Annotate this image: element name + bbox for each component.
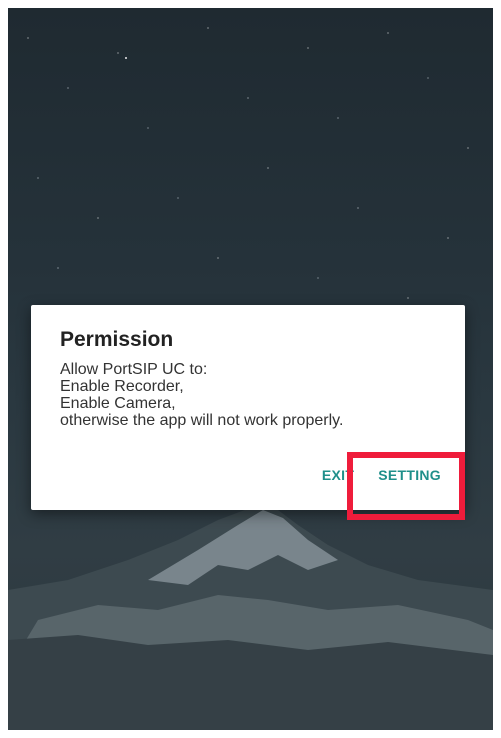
setting-button[interactable]: SETTING: [378, 467, 441, 483]
exit-button[interactable]: EXIT: [322, 467, 354, 483]
dialog-message-line: Enable Camera,: [60, 395, 176, 412]
permission-dialog: Permission Allow PortSIP UC to: Enable R…: [31, 305, 465, 510]
dialog-message: Allow PortSIP UC to: Enable Recorder, En…: [60, 361, 437, 429]
app-screen: Permission Allow PortSIP UC to: Enable R…: [8, 8, 493, 730]
dialog-actions: EXIT SETTING: [322, 467, 441, 483]
dialog-title: Permission: [60, 328, 174, 351]
dialog-message-line: otherwise the app will not work properly…: [60, 412, 344, 429]
dialog-message-line: Allow PortSIP UC to:: [60, 361, 208, 378]
dialog-message-line: Enable Recorder,: [60, 378, 184, 395]
